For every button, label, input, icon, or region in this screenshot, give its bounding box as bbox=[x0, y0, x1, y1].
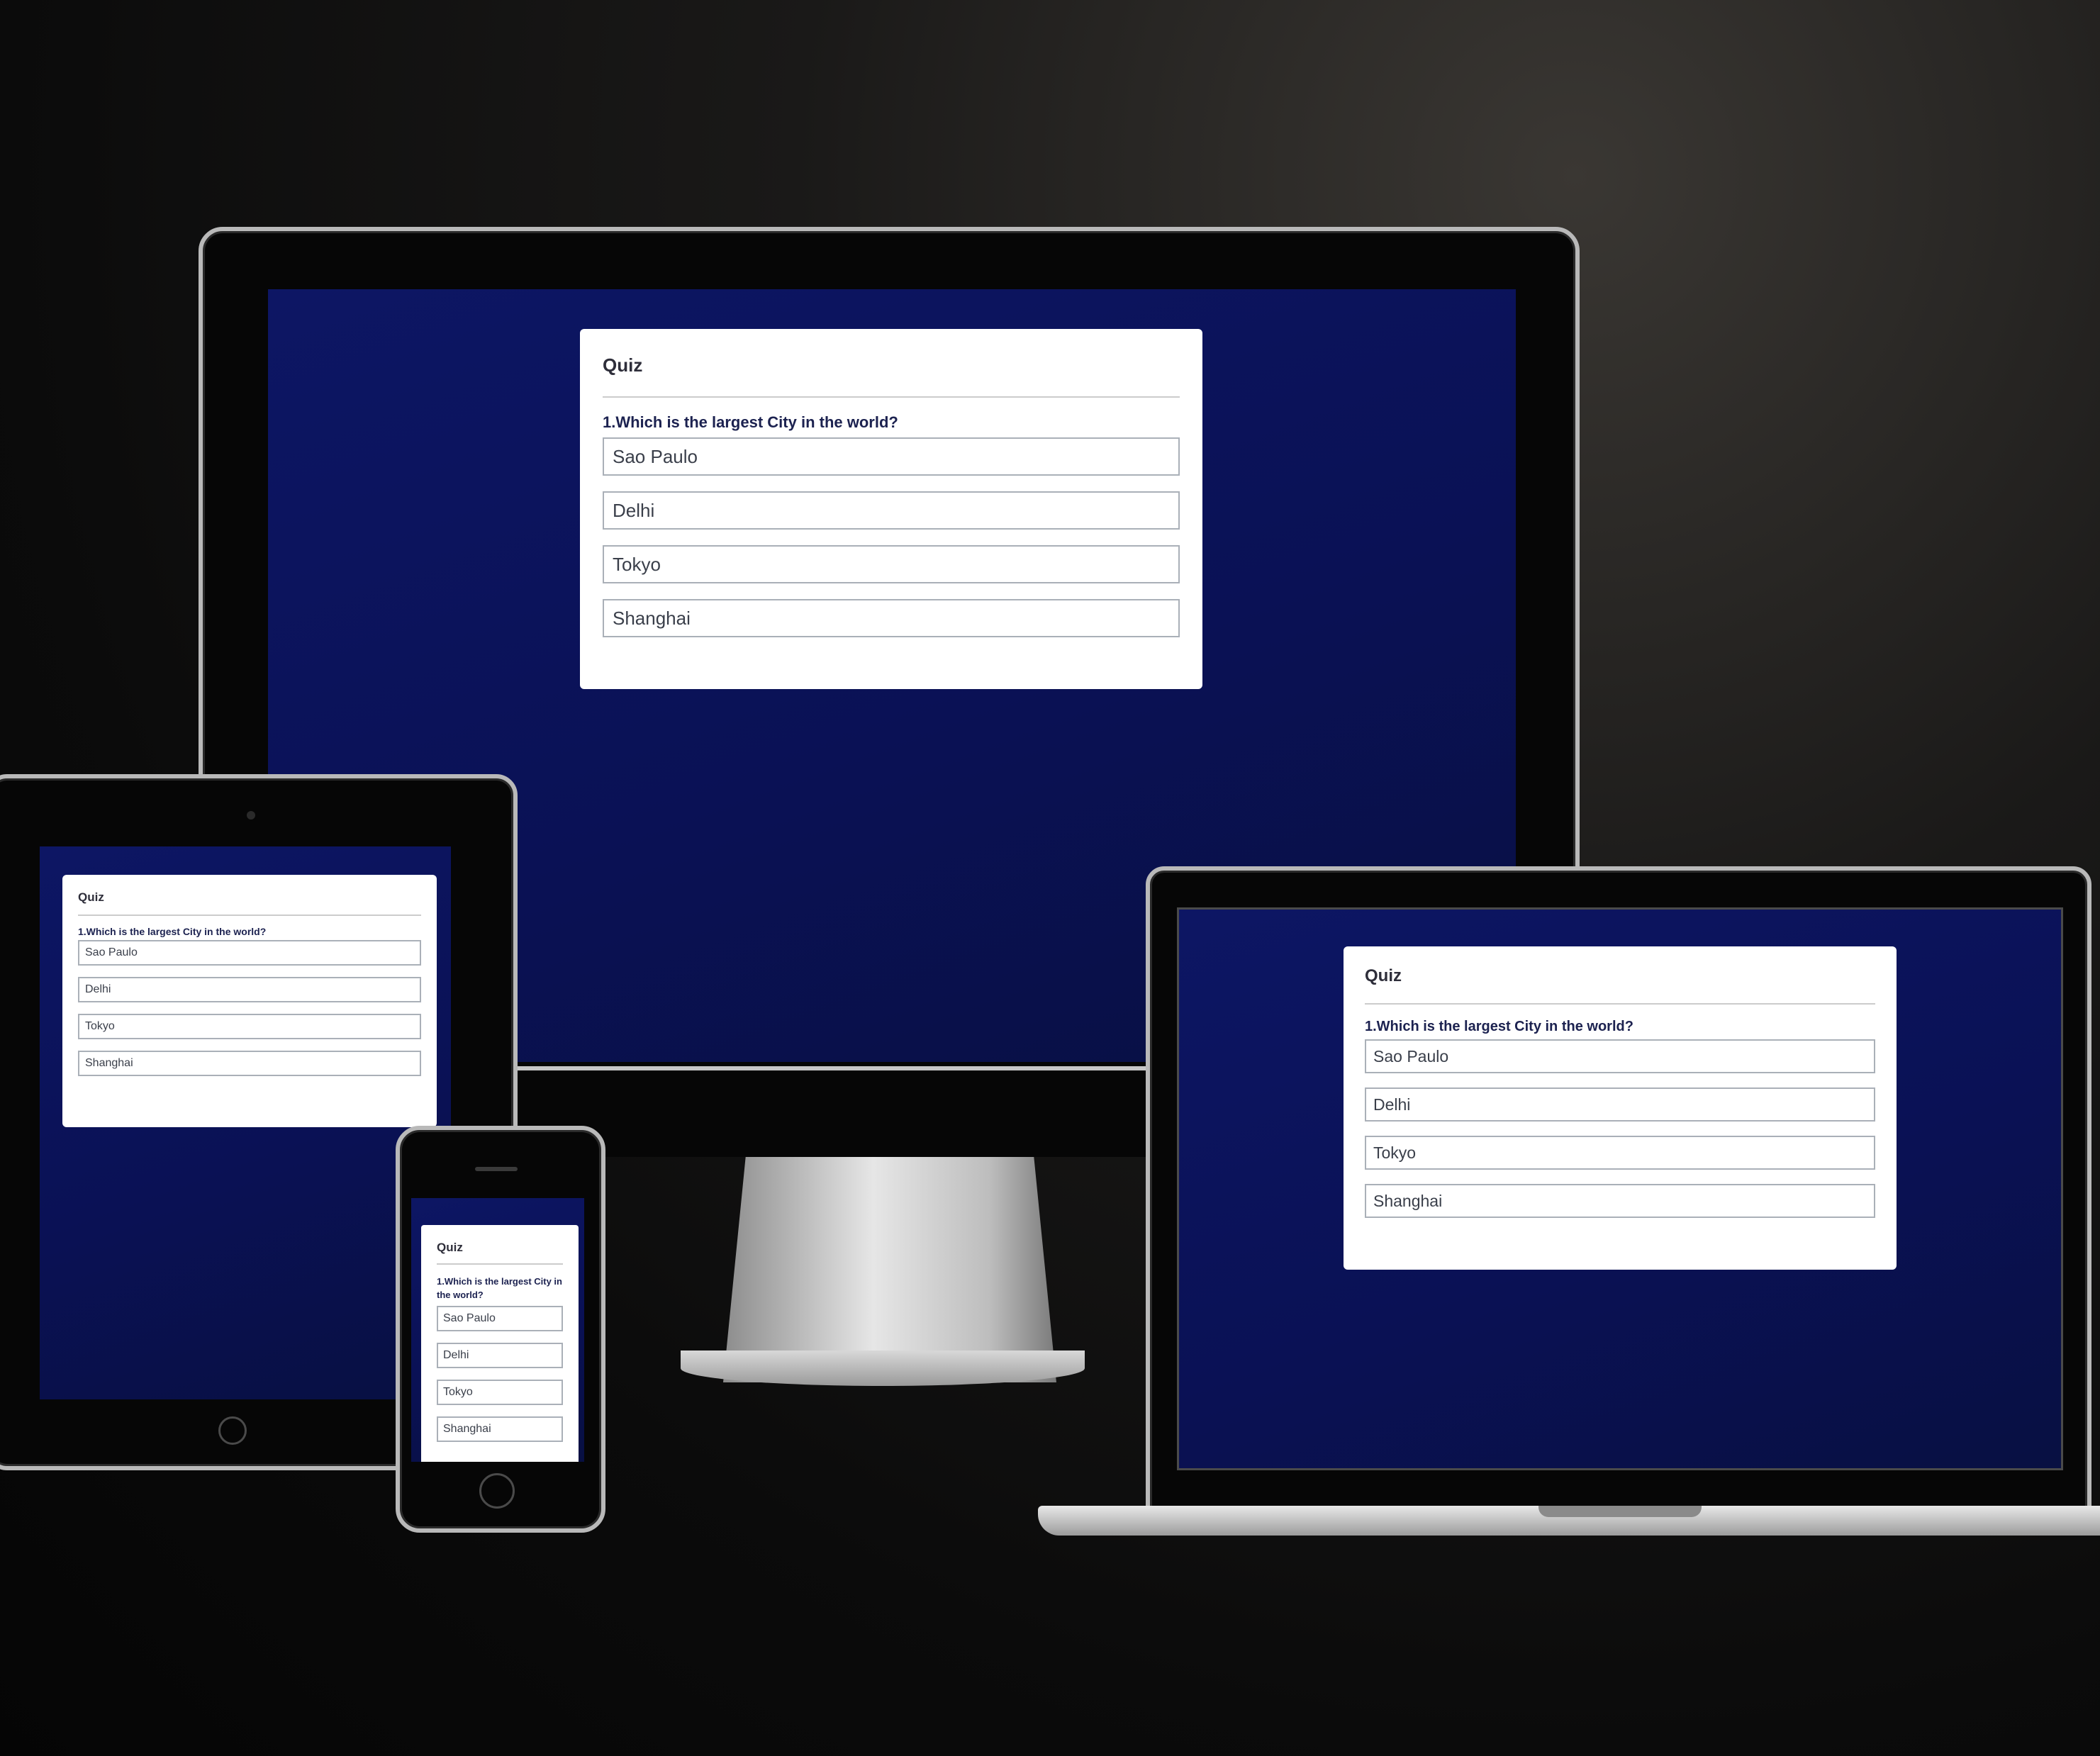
title-divider bbox=[437, 1263, 563, 1265]
quiz-title: Quiz bbox=[603, 354, 643, 376]
option-tokyo[interactable]: Tokyo bbox=[437, 1380, 563, 1405]
quiz-title: Quiz bbox=[437, 1241, 463, 1254]
laptop-screen: Quiz 1.Which is the largest City in the … bbox=[1177, 907, 2063, 1470]
phone-screen: Quiz 1.Which is the largest City in the … bbox=[411, 1198, 584, 1462]
quiz-title: Quiz bbox=[1365, 966, 1402, 985]
quiz-title: Quiz bbox=[78, 890, 104, 904]
tablet-camera bbox=[247, 811, 255, 820]
quiz-card: Quiz 1.Which is the largest City in the … bbox=[62, 875, 437, 1127]
quiz-card: Quiz 1.Which is the largest City in the … bbox=[1344, 946, 1897, 1270]
monitor-stand bbox=[723, 1148, 1056, 1382]
option-shanghai[interactable]: Shanghai bbox=[1365, 1184, 1875, 1218]
option-delhi[interactable]: Delhi bbox=[1365, 1087, 1875, 1122]
title-divider bbox=[1365, 1003, 1875, 1005]
option-sao-paulo[interactable]: Sao Paulo bbox=[603, 437, 1180, 476]
option-delhi[interactable]: Delhi bbox=[603, 491, 1180, 530]
question-text: 1.Which is the largest City in the world… bbox=[78, 926, 267, 937]
title-divider bbox=[603, 396, 1180, 398]
option-sao-paulo[interactable]: Sao Paulo bbox=[437, 1306, 563, 1331]
question-text: 1.Which is the largest City in the world… bbox=[603, 413, 898, 431]
quiz-card: Quiz 1.Which is the largest City in the … bbox=[580, 329, 1202, 689]
option-tokyo[interactable]: Tokyo bbox=[603, 545, 1180, 583]
option-tokyo[interactable]: Tokyo bbox=[78, 1014, 421, 1039]
option-sao-paulo[interactable]: Sao Paulo bbox=[78, 940, 421, 966]
tablet-screen: Quiz 1.Which is the largest City in the … bbox=[40, 846, 451, 1399]
laptop-notch bbox=[1538, 1506, 1702, 1517]
laptop: Quiz 1.Which is the largest City in the … bbox=[1146, 866, 2091, 1513]
option-shanghai[interactable]: Shanghai bbox=[603, 599, 1180, 637]
option-shanghai[interactable]: Shanghai bbox=[78, 1051, 421, 1076]
quiz-card: Quiz 1.Which is the largest City in the … bbox=[421, 1225, 579, 1462]
phone: Quiz 1.Which is the largest City in the … bbox=[396, 1126, 605, 1533]
option-delhi[interactable]: Delhi bbox=[437, 1343, 563, 1368]
phone-home-button[interactable] bbox=[479, 1473, 515, 1509]
option-delhi[interactable]: Delhi bbox=[78, 977, 421, 1002]
option-shanghai[interactable]: Shanghai bbox=[437, 1416, 563, 1442]
phone-speaker bbox=[475, 1167, 518, 1171]
monitor-stand-base bbox=[681, 1350, 1085, 1386]
option-sao-paulo[interactable]: Sao Paulo bbox=[1365, 1039, 1875, 1073]
option-tokyo[interactable]: Tokyo bbox=[1365, 1136, 1875, 1170]
question-text: 1.Which is the largest City in the world… bbox=[437, 1276, 562, 1300]
question-text: 1.Which is the largest City in the world… bbox=[1365, 1019, 1633, 1034]
title-divider bbox=[78, 915, 421, 916]
tablet-home-button[interactable] bbox=[218, 1416, 247, 1445]
